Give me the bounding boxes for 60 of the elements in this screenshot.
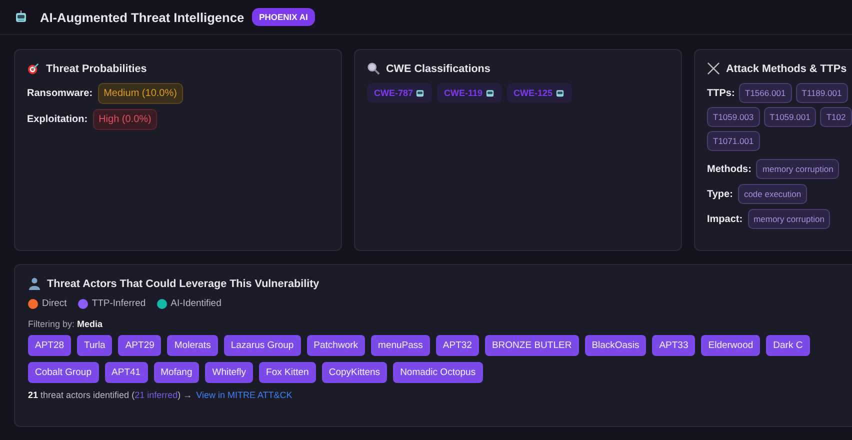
search-icon (367, 62, 380, 75)
actor-chip[interactable]: APT33 (652, 335, 696, 356)
actor-chip[interactable]: APT29 (118, 335, 162, 356)
actor-chip[interactable]: Nomadic Octopus (393, 362, 483, 383)
ttp-tag: T1189.001 (796, 83, 848, 103)
ttp-tag: T1566.001 (739, 83, 792, 103)
robot-icon (554, 88, 565, 98)
actor-chip[interactable]: APT32 (436, 335, 479, 356)
actor-chip[interactable]: Turla (77, 335, 112, 356)
ttp-tag: T102 (820, 107, 852, 127)
actor-chip[interactable]: Lazarus Group (224, 335, 301, 356)
target-icon (27, 62, 40, 75)
probability-label: Exploitation: (27, 114, 88, 125)
actor-chip[interactable]: BRONZE BUTLER (484, 335, 579, 356)
card-title: CWE Classifications (386, 62, 490, 74)
probability-badge: High (0.0%) (92, 109, 158, 130)
brand-badge: PHOENIX AI (252, 8, 315, 26)
field-label: Impact: (707, 214, 743, 224)
robot-icon (14, 10, 28, 24)
cwe-tag: CWE-125 (506, 83, 572, 103)
page-title: AI-Augmented Threat Intelligence (40, 10, 244, 24)
actor-chip[interactable]: Mofang (154, 362, 200, 383)
mitre-link[interactable]: View in MITRE ATT&CK (196, 390, 292, 400)
card-title: Threat Actors That Could Leverage This Vulnerability (47, 278, 320, 290)
probability-badge: Medium (10.0%) (98, 83, 183, 104)
ttp-tag: T1059.003 (707, 107, 760, 127)
legend-label: TTP-Inferred (92, 298, 146, 309)
actor-chip[interactable]: Patchwork (306, 335, 366, 356)
actor-chip[interactable]: CopyKittens (322, 362, 388, 383)
robot-icon (484, 88, 495, 98)
actor-chip[interactable]: Fox Kitten (259, 362, 316, 383)
actor-chip[interactable]: Cobalt Group (28, 362, 99, 383)
actor-chip[interactable]: BlackOasis (584, 335, 646, 356)
filter-text: Filtering by: Media (28, 319, 104, 329)
probability-label: Ransomware: (27, 88, 93, 99)
cwe-tag: CWE-787 (367, 83, 432, 103)
actor-chip[interactable]: menuPass (371, 335, 430, 356)
actor-chip[interactable]: Whitefly (205, 362, 254, 383)
count-text: 21 threat actors identified (21 inferred) → (28, 390, 192, 400)
legend-label: Direct (42, 298, 67, 309)
cwe-tag: CWE-119 (437, 83, 502, 103)
field-label: Type: (707, 188, 733, 200)
crossed-swords-icon (707, 62, 720, 75)
robot-icon (415, 88, 426, 98)
attack-tag: code execution (738, 184, 808, 204)
actor-chip[interactable]: Molerats (167, 335, 218, 356)
field-label: Methods: (707, 164, 752, 174)
actor-chip[interactable]: APT28 (28, 335, 72, 356)
legend-label: AI-Identified (170, 298, 222, 309)
attack-tag: memory corruption (756, 159, 840, 179)
ttps-label: TTPs: (707, 88, 735, 99)
attack-tag: memory corruption (748, 209, 830, 229)
actor-chip[interactable]: APT41 (104, 362, 148, 383)
actor-chip[interactable]: Dark C (766, 335, 810, 356)
card-title: Threat Probabilities (46, 62, 147, 74)
actor-chip[interactable]: Elderwood (701, 335, 760, 356)
card-title: Attack Methods & TTPs (726, 62, 847, 74)
ttp-tag: T1071.001 (707, 131, 760, 151)
ttp-tag: T1059.001 (764, 107, 816, 127)
person-icon (28, 277, 41, 290)
